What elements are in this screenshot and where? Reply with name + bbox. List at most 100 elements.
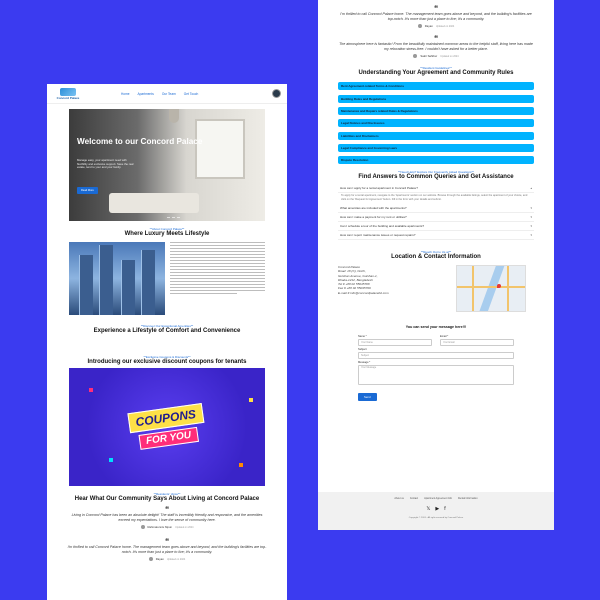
rule-item-label: Dispute Resolution — [341, 158, 369, 163]
footer-link-agreement[interactable]: Apartment Agreement Info — [424, 497, 452, 500]
x-icon[interactable]: 𝕏 — [426, 506, 430, 512]
send-button[interactable]: Send — [358, 392, 377, 401]
hero-subtitle: Manage easy, your apartment need with fl… — [77, 158, 134, 170]
footer: About us Contact Apartment Agreement Inf… — [318, 492, 554, 530]
rules-title: Understanding Your Agreement and Communi… — [358, 70, 514, 77]
faq-list: How can I apply for a rental apartment i… — [338, 184, 534, 240]
author-avatar — [413, 54, 418, 59]
testimonial-card: ❝ I'm thrilled to call Concord Palace ho… — [47, 538, 287, 562]
email-label: Email * — [440, 334, 449, 338]
rule-item[interactable]: Legal Compliance and Governing Laws — [338, 143, 534, 152]
nav-link-our-team[interactable]: Our Team — [162, 92, 176, 96]
social-links: 𝕏 ▶ f — [318, 506, 554, 512]
rule-item[interactable]: Maintenance and Repairs related Rules & … — [338, 106, 534, 115]
rule-item-label: Maintenance and Repairs related Rules & … — [341, 108, 418, 113]
carousel-dots[interactable] — [167, 217, 180, 218]
contact-title: Location & Contact Information — [391, 253, 481, 260]
hero-read-more-button[interactable]: Read More — [77, 187, 98, 194]
coupon-banner[interactable]: COUPONS FOR YOU — [69, 368, 265, 486]
facebook-icon[interactable]: f — [444, 506, 445, 512]
copyright: Copyright © 2024 - All right reserved by… — [408, 517, 464, 519]
rule-item-label: Rent Agreement-related Terms & Condition… — [341, 84, 405, 89]
hero-banner: Welcome to our Concord Palace Manage eas… — [69, 109, 265, 221]
testimonial-author: Sakir Sahibur Updated on 2024 — [318, 54, 554, 59]
coupon-badge: COUPONS FOR YOU — [127, 402, 206, 451]
author-date: Updated on 2024 — [175, 525, 194, 529]
author-avatar — [148, 557, 153, 562]
rule-item[interactable]: Legal Notices and Disclosures — [338, 119, 534, 128]
subject-label: Subject — [358, 347, 367, 351]
left-page-panel: Concord Palace Home Apartments Our Team … — [47, 84, 287, 600]
faq-item[interactable]: How can I apply for a rental apartment i… — [338, 184, 534, 194]
footer-links: About us Contact Apartment Agreement Inf… — [318, 497, 554, 500]
author-name: Rayan — [155, 557, 164, 562]
location-map[interactable] — [456, 264, 526, 312]
rule-item-label: Legal Notices and Disclosures — [341, 121, 385, 126]
faq-question: How can I apply for a rental apartment i… — [340, 186, 418, 191]
author-date: Updated on 2024 — [440, 54, 459, 58]
footer-link-contact[interactable]: Contact — [410, 497, 418, 500]
testimonial-text: I'm thrilled to call Concord Palace home… — [340, 12, 532, 21]
amenities-title: Experience a Lifestyle of Comfort and Co… — [93, 328, 241, 334]
message-label: Message * — [358, 360, 371, 364]
testimonial-author: Rayan Updated on 2024 — [47, 557, 287, 562]
subject-field[interactable]: Subject — [358, 351, 514, 359]
testimonial-card: ❝ The atmosphere here is fantastic! From… — [318, 35, 554, 59]
faq-item[interactable]: How can I report maintenance issues or r… — [338, 231, 534, 240]
contact-section: Concord Palace Road: 18 (C), North, Guls… — [338, 264, 534, 312]
rules-list: Rent Agreement-related Terms & Condition… — [338, 82, 534, 165]
faq-item[interactable]: Can I schedule a tour of the building an… — [338, 222, 534, 231]
about-description — [170, 242, 265, 315]
chevron-down-icon: ▾ — [530, 232, 532, 237]
testimonial-text: Living in Concord Palace has been an abs… — [71, 513, 263, 522]
chevron-down-icon: ▾ — [530, 205, 532, 210]
coupons-title: Introducing our exclusive discount coupo… — [87, 359, 247, 365]
coupon-badge-line2: FOR YOU — [138, 426, 200, 450]
rule-item[interactable]: Building Rules and Regulations — [338, 94, 534, 103]
contact-form: Name * Your Name Email * Your Email Subj… — [358, 335, 514, 403]
hero-window-image — [195, 119, 245, 179]
rule-item[interactable]: Liabilities and Disclaimers — [338, 131, 534, 140]
faq-question: How can I report maintenance issues or r… — [340, 232, 416, 237]
nav-link-get-touch[interactable]: Get Touch — [184, 92, 198, 96]
testimonial-card: ❝ I'm thrilled to call Concord Palace ho… — [318, 5, 554, 29]
logo[interactable]: Concord Palace — [53, 87, 83, 100]
nav-link-apartments[interactable]: Apartments — [138, 92, 154, 96]
youtube-icon[interactable]: ▶ — [435, 506, 439, 512]
about-section — [69, 242, 265, 315]
faq-answer: To apply for a rental apartment, navigat… — [341, 194, 528, 201]
chevron-down-icon: ▾ — [530, 214, 532, 219]
nav-links: Home Apartments Our Team Get Touch — [121, 92, 198, 96]
testimonial-author: Rayan Updated on 2024 — [318, 24, 554, 29]
nav-link-home[interactable]: Home — [121, 92, 130, 96]
faq-question: What amenities are included with the apa… — [340, 205, 407, 210]
name-label: Name * — [358, 334, 367, 338]
faq-question: Can I schedule a tour of the building an… — [340, 223, 425, 228]
building-image — [69, 242, 165, 315]
hero-title: Welcome to our Concord Palace — [77, 137, 203, 146]
user-avatar[interactable] — [272, 89, 281, 98]
faq-item[interactable]: How can I make a payment for my rent or … — [338, 213, 534, 222]
rule-item-label: Building Rules and Regulations — [341, 96, 387, 101]
rule-item-label: Legal Compliance and Governing Laws — [341, 145, 398, 150]
email-field[interactable]: Your Email — [440, 338, 514, 346]
author-avatar — [140, 525, 145, 530]
form-title: You can send your message here!!! — [405, 324, 467, 329]
author-avatar — [417, 24, 422, 29]
about-title: Where Luxury Meets Lifestyle — [124, 231, 210, 237]
rule-item[interactable]: Rent Agreement-related Terms & Condition… — [338, 82, 534, 91]
contact-address: Concord Palace Road: 18 (C), North, Guls… — [338, 265, 448, 312]
testimonial-card: ❝ Living in Concord Palace has been an a… — [47, 506, 287, 530]
author-date: Updated on 2024 — [435, 24, 455, 28]
footer-link-rental[interactable]: Rental Information — [458, 497, 478, 500]
faq-item[interactable]: What amenities are included with the apa… — [338, 204, 534, 213]
contact-email[interactable]: E-mail # info@concordpalacebd.com — [338, 291, 448, 295]
name-field[interactable]: Your Name — [358, 338, 432, 346]
navbar: Concord Palace Home Apartments Our Team … — [47, 84, 287, 104]
rule-item[interactable]: Dispute Resolution — [338, 156, 534, 165]
author-name: Rahmatunnis Nipun — [147, 525, 173, 530]
author-name: Rayan — [424, 24, 433, 29]
footer-link-about[interactable]: About us — [394, 497, 403, 500]
faq-title: Find Answers to Common Queries and Get A… — [358, 174, 514, 181]
message-field[interactable]: Your Message — [358, 364, 514, 385]
